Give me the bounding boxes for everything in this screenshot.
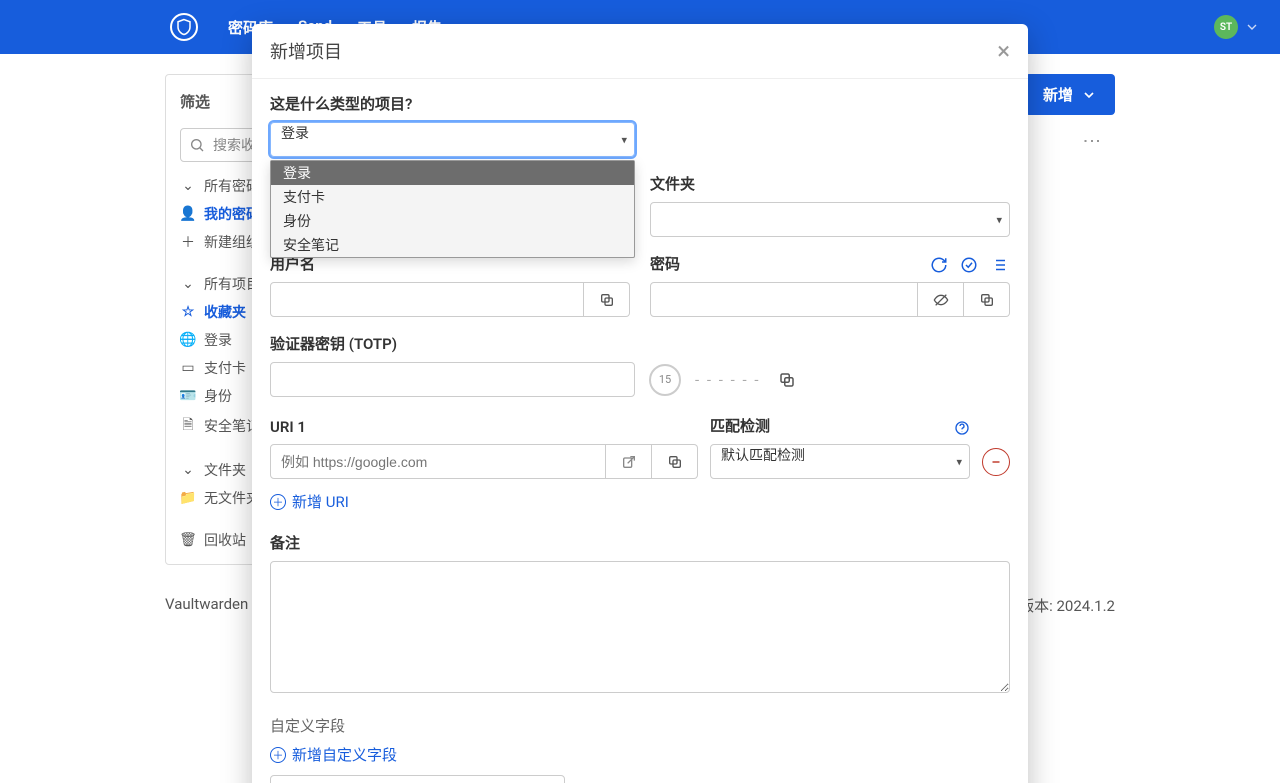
add-uri-link[interactable]: ＋ 新增 URI [270,491,1010,512]
uri-input[interactable] [270,444,606,479]
toggle-password-visibility[interactable] [918,282,964,317]
add-custom-field-link[interactable]: ＋ 新增自定义字段 [270,744,1010,765]
password-label: 密码 [650,253,680,274]
type-option-secure-note[interactable]: 安全笔记 [271,233,634,257]
folder-select[interactable] [650,202,1010,237]
uri-label: URI 1 [270,418,698,436]
refresh-icon [930,256,948,274]
modal-close-button[interactable]: × [997,39,1010,63]
minus-icon [989,455,1003,469]
external-link-icon [621,454,637,470]
copy-icon [979,292,995,308]
username-input[interactable] [270,282,584,317]
plus-circle-icon: ＋ [270,747,286,763]
copy-icon [778,371,796,389]
modal-backdrop: 新增项目 × 这是什么类型的项目? 登录 ▾ 登录 支付卡 身份 安全笔记 [0,0,1280,783]
custom-field-type-select[interactable]: 文本型 [270,775,565,783]
type-option-identity[interactable]: 身份 [271,209,634,233]
totp-label: 验证器密钥 (TOTP) [270,333,1010,354]
list-icon [990,256,1008,274]
custom-fields-label: 自定义字段 [270,715,1010,736]
copy-uri-button[interactable] [652,444,698,479]
launch-uri-button[interactable] [606,444,652,479]
password-input[interactable] [650,282,918,317]
copy-icon [599,292,615,308]
match-label: 匹配检测 [710,415,770,436]
type-option-card[interactable]: 支付卡 [271,185,634,209]
plus-circle-icon: ＋ [270,494,286,510]
help-icon[interactable] [954,420,970,440]
copy-icon [667,454,683,470]
check-password-button[interactable] [958,254,980,276]
match-detection-select[interactable]: 默认匹配检测 [710,444,970,479]
notes-label: 备注 [270,532,1010,553]
copy-password-button[interactable] [964,282,1010,317]
item-type-dropdown: 登录 支付卡 身份 安全笔记 [270,160,635,258]
check-circle-icon [960,256,978,274]
totp-timer: 15 [649,364,681,396]
item-type-select[interactable]: 登录 [270,122,635,157]
type-label: 这是什么类型的项目? [270,93,1010,114]
password-history-button[interactable] [988,254,1010,276]
add-item-modal: 新增项目 × 这是什么类型的项目? 登录 ▾ 登录 支付卡 身份 安全笔记 [252,24,1028,783]
copy-username-button[interactable] [584,282,630,317]
modal-title: 新增项目 [270,38,342,64]
remove-uri-button[interactable] [982,448,1010,476]
notes-textarea[interactable] [270,561,1010,693]
folder-label: 文件夹 [650,173,1010,194]
type-option-login[interactable]: 登录 [271,161,634,185]
copy-totp-button[interactable] [774,367,800,393]
eye-off-icon [933,292,949,308]
generate-password-button[interactable] [928,254,950,276]
totp-code: - - - - - - [695,371,760,389]
totp-input[interactable] [270,362,635,397]
